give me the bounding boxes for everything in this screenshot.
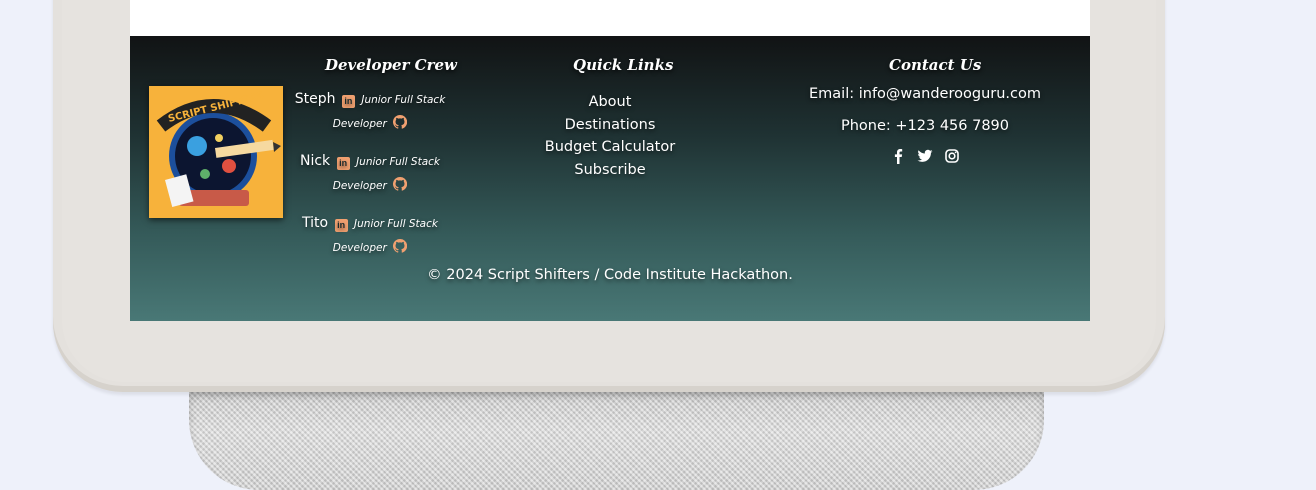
twitter-icon[interactable] — [917, 148, 933, 164]
quick-link-budget-calculator[interactable]: Budget Calculator — [530, 136, 690, 159]
device-screen: SCRIPT SHIFTERS Developer Crew Quick Lin… — [130, 0, 1090, 321]
linkedin-icon[interactable]: in — [341, 95, 355, 108]
site-footer: SCRIPT SHIFTERS Developer Crew Quick Lin… — [130, 36, 1090, 321]
quick-links-heading: Quick Links — [573, 56, 674, 74]
instagram-icon[interactable] — [944, 148, 960, 164]
member-name: Tito — [302, 215, 329, 231]
member-name: Steph — [294, 91, 336, 107]
linkedin-icon[interactable]: in — [334, 219, 348, 232]
crew-member: Tito in Junior Full Stack Developer — [290, 212, 450, 260]
contact-phone: Phone: +123 456 7890 — [840, 118, 1010, 134]
crew-member: Nick in Junior Full Stack Developer — [290, 150, 450, 198]
facebook-icon[interactable] — [890, 148, 906, 164]
contact-section: Email: info@wanderooguru.com Phone: +123… — [790, 86, 1060, 164]
script-shifters-logo: SCRIPT SHIFTERS — [149, 86, 283, 218]
contact-email[interactable]: Email: info@wanderooguru.com — [790, 86, 1060, 102]
device-speaker-base — [189, 390, 1044, 490]
quick-links-nav: About Destinations Budget Calculator Sub… — [530, 91, 690, 182]
developer-crew-list: Steph in Junior Full Stack Developer Nic… — [290, 88, 450, 260]
copyright-text: © 2024 Script Shifters / Code Institute … — [427, 267, 793, 283]
linkedin-icon[interactable]: in — [336, 157, 350, 170]
github-icon[interactable] — [393, 115, 408, 129]
member-name: Nick — [300, 153, 331, 169]
developer-crew-heading: Developer Crew — [325, 56, 457, 74]
github-icon[interactable] — [393, 239, 408, 253]
social-icons — [790, 148, 1060, 164]
crew-member: Steph in Junior Full Stack Developer — [290, 88, 450, 136]
quick-link-subscribe[interactable]: Subscribe — [530, 159, 690, 182]
page-content-area — [130, 0, 1090, 36]
quick-link-about[interactable]: About — [530, 91, 690, 114]
member-role: Junior Full Stack Developer — [332, 218, 438, 254]
quick-link-destinations[interactable]: Destinations — [530, 114, 690, 137]
github-icon[interactable] — [393, 177, 408, 191]
contact-us-heading: Contact Us — [889, 56, 982, 74]
